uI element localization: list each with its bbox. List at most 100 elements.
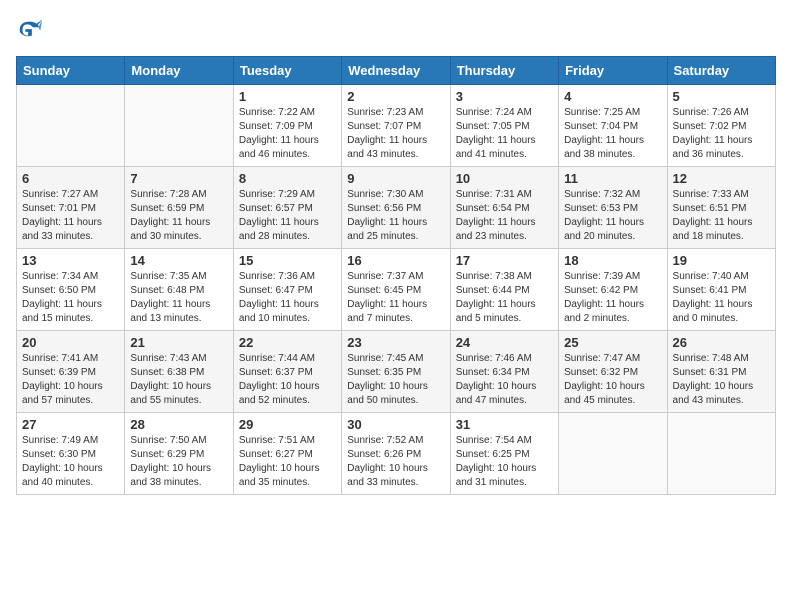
calendar-cell: [125, 85, 233, 167]
calendar-header-row: SundayMondayTuesdayWednesdayThursdayFrid…: [17, 57, 776, 85]
day-header-monday: Monday: [125, 57, 233, 85]
calendar-cell: 11Sunrise: 7:32 AM Sunset: 6:53 PM Dayli…: [559, 167, 667, 249]
day-info: Sunrise: 7:31 AM Sunset: 6:54 PM Dayligh…: [456, 188, 553, 244]
calendar-cell: 15Sunrise: 7:36 AM Sunset: 6:47 PM Dayli…: [233, 249, 341, 331]
calendar-cell: 9 Sunrise: 7:30 AM Sunset: 6:56 PM Daylig…: [342, 167, 450, 249]
day-info: Sunrise: 7:47 AM Sunset: 6:32 PM Dayligh…: [564, 352, 661, 408]
calendar-cell: 31 Sunrise: 7:54 AM Sunset: 6:25 PM Dayli…: [450, 413, 558, 495]
day-info: Sunrise: 7:23 AM Sunset: 7:07 PM Dayligh…: [347, 106, 444, 162]
calendar-cell: 12 Sunrise: 7:33 AM Sunset: 6:51 PM Dayli…: [667, 167, 775, 249]
day-number: 18: [564, 253, 661, 268]
calendar-cell: 24 Sunrise: 7:46 AM Sunset: 6:34 PM Dayli…: [450, 331, 558, 413]
day-number: 20: [22, 335, 119, 350]
day-number: 12: [673, 171, 770, 186]
calendar-cell: 4 Sunrise: 7:25 AM Sunset: 7:04 PM Daylig…: [559, 85, 667, 167]
calendar-week-4: 20 Sunrise: 7:41 AM Sunset: 6:39 PM Dayli…: [17, 331, 776, 413]
day-info: Sunrise: 7:54 AM Sunset: 6:25 PM Dayligh…: [456, 434, 553, 490]
calendar-cell: 5 Sunrise: 7:26 AM Sunset: 7:02 PM Daylig…: [667, 85, 775, 167]
calendar-cell: 17 Sunrise: 7:38 AM Sunset: 6:44 PM Dayli…: [450, 249, 558, 331]
calendar-cell: 25 Sunrise: 7:47 AM Sunset: 6:32 PM Dayli…: [559, 331, 667, 413]
day-number: 3: [456, 89, 553, 104]
day-info: Sunrise: 7:32 AM Sunset: 6:53 PM Dayligh…: [564, 188, 661, 244]
day-number: 8: [239, 171, 336, 186]
calendar-week-1: 1Sunrise: 7:22 AM Sunset: 7:09 PM Daylig…: [17, 85, 776, 167]
day-info: Sunrise: 7:51 AM Sunset: 6:27 PM Dayligh…: [239, 434, 336, 490]
calendar-cell: 10 Sunrise: 7:31 AM Sunset: 6:54 PM Dayli…: [450, 167, 558, 249]
day-info: Sunrise: 7:50 AM Sunset: 6:29 PM Dayligh…: [130, 434, 227, 490]
day-info: Sunrise: 7:25 AM Sunset: 7:04 PM Dayligh…: [564, 106, 661, 162]
day-number: 10: [456, 171, 553, 186]
calendar-cell: 20 Sunrise: 7:41 AM Sunset: 6:39 PM Dayli…: [17, 331, 125, 413]
day-info: Sunrise: 7:48 AM Sunset: 6:31 PM Dayligh…: [673, 352, 770, 408]
calendar-cell: 22Sunrise: 7:44 AM Sunset: 6:37 PM Dayli…: [233, 331, 341, 413]
day-info: Sunrise: 7:34 AM Sunset: 6:50 PM Dayligh…: [22, 270, 119, 326]
calendar-week-5: 27Sunrise: 7:49 AM Sunset: 6:30 PM Dayli…: [17, 413, 776, 495]
day-number: 29: [239, 417, 336, 432]
day-info: Sunrise: 7:33 AM Sunset: 6:51 PM Dayligh…: [673, 188, 770, 244]
day-number: 28: [130, 417, 227, 432]
day-info: Sunrise: 7:29 AM Sunset: 6:57 PM Dayligh…: [239, 188, 336, 244]
calendar-cell: [17, 85, 125, 167]
logo: [16, 16, 46, 44]
day-number: 30: [347, 417, 444, 432]
day-info: Sunrise: 7:46 AM Sunset: 6:34 PM Dayligh…: [456, 352, 553, 408]
day-number: 9: [347, 171, 444, 186]
day-info: Sunrise: 7:40 AM Sunset: 6:41 PM Dayligh…: [673, 270, 770, 326]
day-number: 6: [22, 171, 119, 186]
calendar-cell: 7 Sunrise: 7:28 AM Sunset: 6:59 PM Daylig…: [125, 167, 233, 249]
day-info: Sunrise: 7:52 AM Sunset: 6:26 PM Dayligh…: [347, 434, 444, 490]
day-number: 14: [130, 253, 227, 268]
calendar-cell: 27Sunrise: 7:49 AM Sunset: 6:30 PM Dayli…: [17, 413, 125, 495]
calendar-cell: 28 Sunrise: 7:50 AM Sunset: 6:29 PM Dayli…: [125, 413, 233, 495]
day-number: 5: [673, 89, 770, 104]
calendar-cell: 6 Sunrise: 7:27 AM Sunset: 7:01 PM Daylig…: [17, 167, 125, 249]
day-header-tuesday: Tuesday: [233, 57, 341, 85]
calendar-cell: 13 Sunrise: 7:34 AM Sunset: 6:50 PM Dayli…: [17, 249, 125, 331]
day-number: 31: [456, 417, 553, 432]
day-info: Sunrise: 7:43 AM Sunset: 6:38 PM Dayligh…: [130, 352, 227, 408]
calendar-week-3: 13 Sunrise: 7:34 AM Sunset: 6:50 PM Dayli…: [17, 249, 776, 331]
day-header-sunday: Sunday: [17, 57, 125, 85]
calendar-cell: 16Sunrise: 7:37 AM Sunset: 6:45 PM Dayli…: [342, 249, 450, 331]
day-number: 13: [22, 253, 119, 268]
page-header: [16, 16, 776, 44]
day-number: 16: [347, 253, 444, 268]
calendar-cell: 21 Sunrise: 7:43 AM Sunset: 6:38 PM Dayli…: [125, 331, 233, 413]
day-number: 21: [130, 335, 227, 350]
day-number: 25: [564, 335, 661, 350]
day-info: Sunrise: 7:22 AM Sunset: 7:09 PM Dayligh…: [239, 106, 336, 162]
calendar-cell: 8 Sunrise: 7:29 AM Sunset: 6:57 PM Daylig…: [233, 167, 341, 249]
calendar-cell: 19Sunrise: 7:40 AM Sunset: 6:41 PM Dayli…: [667, 249, 775, 331]
logo-icon: [16, 16, 44, 44]
day-number: 17: [456, 253, 553, 268]
day-number: 2: [347, 89, 444, 104]
day-number: 24: [456, 335, 553, 350]
day-info: Sunrise: 7:27 AM Sunset: 7:01 PM Dayligh…: [22, 188, 119, 244]
calendar-cell: 23 Sunrise: 7:45 AM Sunset: 6:35 PM Dayli…: [342, 331, 450, 413]
calendar-cell: 30 Sunrise: 7:52 AM Sunset: 6:26 PM Dayli…: [342, 413, 450, 495]
day-number: 23: [347, 335, 444, 350]
day-header-friday: Friday: [559, 57, 667, 85]
day-info: Sunrise: 7:35 AM Sunset: 6:48 PM Dayligh…: [130, 270, 227, 326]
day-info: Sunrise: 7:38 AM Sunset: 6:44 PM Dayligh…: [456, 270, 553, 326]
day-info: Sunrise: 7:24 AM Sunset: 7:05 PM Dayligh…: [456, 106, 553, 162]
day-info: Sunrise: 7:30 AM Sunset: 6:56 PM Dayligh…: [347, 188, 444, 244]
day-info: Sunrise: 7:26 AM Sunset: 7:02 PM Dayligh…: [673, 106, 770, 162]
day-info: Sunrise: 7:28 AM Sunset: 6:59 PM Dayligh…: [130, 188, 227, 244]
calendar-table: SundayMondayTuesdayWednesdayThursdayFrid…: [16, 56, 776, 495]
calendar-cell: [667, 413, 775, 495]
day-number: 7: [130, 171, 227, 186]
calendar-cell: 26 Sunrise: 7:48 AM Sunset: 6:31 PM Dayli…: [667, 331, 775, 413]
day-info: Sunrise: 7:45 AM Sunset: 6:35 PM Dayligh…: [347, 352, 444, 408]
day-number: 26: [673, 335, 770, 350]
day-header-thursday: Thursday: [450, 57, 558, 85]
calendar-cell: 3 Sunrise: 7:24 AM Sunset: 7:05 PM Daylig…: [450, 85, 558, 167]
day-info: Sunrise: 7:41 AM Sunset: 6:39 PM Dayligh…: [22, 352, 119, 408]
calendar-week-2: 6 Sunrise: 7:27 AM Sunset: 7:01 PM Daylig…: [17, 167, 776, 249]
day-info: Sunrise: 7:36 AM Sunset: 6:47 PM Dayligh…: [239, 270, 336, 326]
calendar-cell: 1Sunrise: 7:22 AM Sunset: 7:09 PM Daylig…: [233, 85, 341, 167]
day-number: 22: [239, 335, 336, 350]
day-info: Sunrise: 7:39 AM Sunset: 6:42 PM Dayligh…: [564, 270, 661, 326]
day-number: 27: [22, 417, 119, 432]
day-number: 4: [564, 89, 661, 104]
